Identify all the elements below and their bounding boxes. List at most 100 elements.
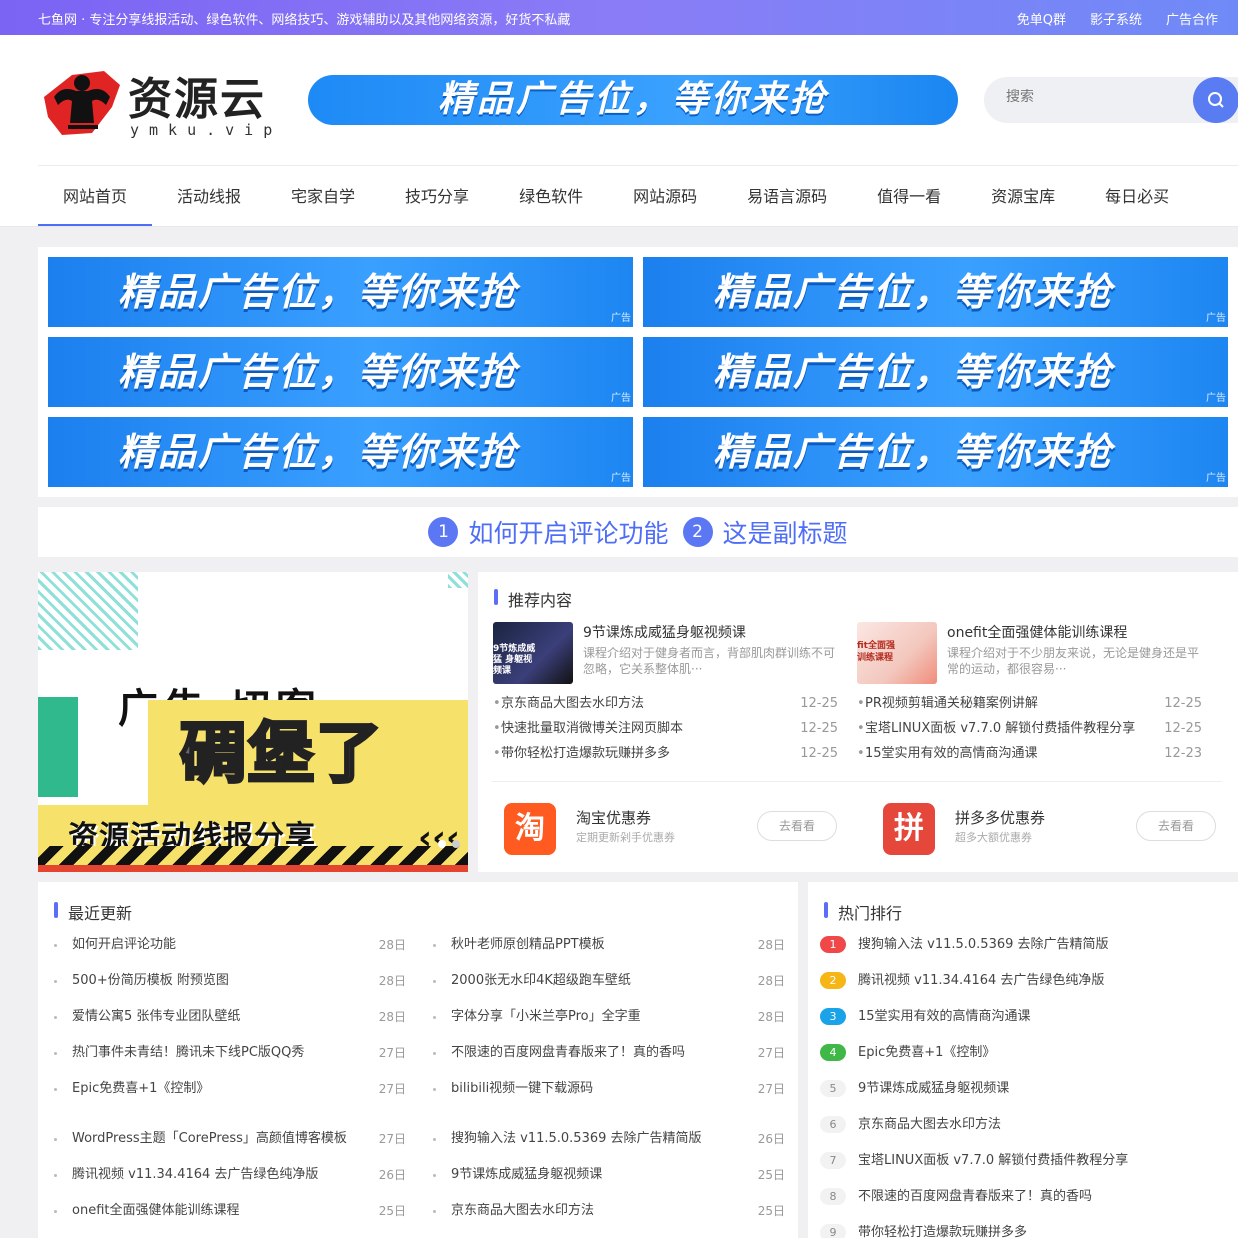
nav-green-software[interactable]: 绿色软件 bbox=[494, 166, 608, 226]
list-item[interactable]: 15堂实用有效的高情商沟通课 12-23 bbox=[857, 741, 1202, 766]
list-item[interactable]: 京东商品大图去水印方法 12-25 bbox=[493, 691, 838, 716]
site-logo[interactable]: 资源云 ymku.vip bbox=[42, 63, 277, 143]
rank-item-title: Epic免费喜+1《控制》 bbox=[858, 1045, 996, 1060]
list-item[interactable]: 不限速的百度网盘青春版来了！真的香吗 27日 bbox=[433, 1043, 785, 1079]
ad-banner[interactable]: 精品广告位，等你来抢 广告 bbox=[48, 337, 633, 407]
search-button[interactable] bbox=[1193, 77, 1238, 123]
list-item[interactable]: 搜狗输入法 v11.5.0.5369 去除广告精简版 26日 bbox=[433, 1129, 785, 1165]
nav-resource-vault[interactable]: 资源宝库 bbox=[966, 166, 1080, 226]
rank-item[interactable]: 4 Epic免费喜+1《控制》 bbox=[820, 1043, 1230, 1079]
top-link-free-qq-group[interactable]: 免单Q群 bbox=[1017, 9, 1066, 28]
rank-badge: 5 bbox=[820, 1080, 846, 1097]
rank-item[interactable]: 9 带你轻松打造爆款玩赚拼多多 bbox=[820, 1223, 1230, 1238]
list-item[interactable]: 宝塔LINUX面板 v7.7.0 解锁付费插件教程分享 12-25 bbox=[857, 716, 1202, 741]
list-item[interactable]: PR视频剪辑通关秘籍案例讲解 12-25 bbox=[857, 691, 1202, 716]
hot-list: 1 搜狗输入法 v11.5.0.5369 去除广告精简版 2 腾讯视频 v11.34.… bbox=[820, 935, 1230, 1238]
search-box bbox=[984, 77, 1238, 123]
coupon-pinduoduo[interactable]: 拼 拼多多优惠券 超多大额优惠券 去看看 bbox=[871, 795, 1216, 855]
go-see-button[interactable]: 去看看 bbox=[1136, 811, 1216, 841]
list-item[interactable]: WordPress主题「CorePress」高颜值博客模板 27日 bbox=[54, 1129, 406, 1165]
rank-item[interactable]: 2 腾讯视频 v11.34.4164 去广告绿色纯净版 bbox=[820, 971, 1230, 1007]
nav-self-study[interactable]: 宅家自学 bbox=[266, 166, 380, 226]
list-item[interactable]: Epic免费喜+1《控制》 27日 bbox=[54, 1079, 406, 1115]
slider-decoration bbox=[38, 572, 138, 650]
list-item[interactable]: 带你轻松打造爆款玩赚拼多多 12-25 bbox=[493, 741, 838, 766]
nav-site-source[interactable]: 网站源码 bbox=[608, 166, 722, 226]
list-gap bbox=[54, 1115, 406, 1129]
ad-banner[interactable]: 精品广告位，等你来抢 广告 bbox=[48, 257, 633, 327]
nav-tips[interactable]: 技巧分享 bbox=[380, 166, 494, 226]
ad-text: 精品广告位，等你来抢 bbox=[118, 430, 519, 474]
list-item-title: 秋叶老师原创精品PPT模板 bbox=[451, 937, 605, 952]
list-item-title: WordPress主题「CorePress」高颜值博客模板 bbox=[72, 1131, 347, 1146]
card-thumbnail-text: 9节炼成威猛 身躯视频课 bbox=[493, 644, 536, 676]
list-item-date: 26日 bbox=[757, 1132, 785, 1146]
list-item[interactable]: 2000张无水印4K超级跑车壁纸 28日 bbox=[433, 971, 785, 1007]
ad-banner[interactable]: 精品广告位，等你来抢 广告 bbox=[643, 417, 1228, 487]
ad-banner[interactable]: 精品广告位，等你来抢 广告 bbox=[48, 417, 633, 487]
list-item[interactable]: bilibili视频一键下载源码 27日 bbox=[433, 1079, 785, 1115]
list-item[interactable]: onefit全面强健体能训练课程 25日 bbox=[54, 1201, 406, 1237]
list-item[interactable]: 500+份简历模板 附预览图 28日 bbox=[54, 971, 406, 1007]
subtitle-item[interactable]: 1 如何开启评论功能 bbox=[428, 514, 669, 550]
list-item-date: 12-25 bbox=[1164, 721, 1202, 736]
rank-item-title: 腾讯视频 v11.34.4164 去广告绿色纯净版 bbox=[858, 973, 1105, 988]
rank-item[interactable]: 7 宝塔LINUX面板 v7.7.0 解锁付费插件教程分享 bbox=[820, 1151, 1230, 1187]
top-link-shadow-system[interactable]: 影子系统 bbox=[1090, 9, 1142, 28]
ad-tag: 广告 bbox=[1206, 313, 1226, 324]
nav-daily-buy[interactable]: 每日必买 bbox=[1080, 166, 1194, 226]
recommend-list-right: PR视频剪辑通关秘籍案例讲解 12-25 宝塔LINUX面板 v7.7.0 解锁付… bbox=[857, 691, 1202, 766]
subtitle-item[interactable]: 2 这是副标题 bbox=[682, 514, 848, 550]
rank-item[interactable]: 6 京东商品大图去水印方法 bbox=[820, 1115, 1230, 1151]
list-item[interactable]: 如何开启评论功能 28日 bbox=[54, 935, 406, 971]
pinduoduo-icon: 拼 bbox=[883, 803, 935, 855]
recommend-card[interactable]: 9节炼成威猛 身躯视频课 9节课炼成威猛身躯视频课 课程介绍对于健身者而言，背部… bbox=[493, 622, 838, 686]
logo-text: 资源云 bbox=[128, 74, 266, 125]
list-item-title: onefit全面强健体能训练课程 bbox=[72, 1203, 240, 1218]
ad-tag: 广告 bbox=[1206, 473, 1226, 484]
list-item[interactable]: 字体分享「小米兰亭Pro」全字重 28日 bbox=[433, 1007, 785, 1043]
list-item[interactable]: 爱情公寓5 张伟专业团队壁纸 28日 bbox=[54, 1007, 406, 1043]
rank-item[interactable]: 3 15堂实用有效的高情商沟通课 bbox=[820, 1007, 1230, 1043]
list-item-date: 27日 bbox=[757, 1082, 785, 1096]
site-slogan: 七鱼网 · 专注分享线报活动、绿色软件、网络技巧、游戏辅助以及其他网络资源，好货… bbox=[38, 13, 571, 28]
nav-deals[interactable]: 活动线报 bbox=[152, 166, 266, 226]
recommend-title: 推荐内容 bbox=[494, 587, 572, 611]
rank-item[interactable]: 1 搜狗输入法 v11.5.0.5369 去除广告精简版 bbox=[820, 935, 1230, 971]
top-link-ad-cooperation[interactable]: 广告合作 bbox=[1166, 9, 1218, 28]
rank-item[interactable]: 5 9节课炼成威猛身躯视频课 bbox=[820, 1079, 1230, 1115]
list-item[interactable]: 秋叶老师原创精品PPT模板 28日 bbox=[433, 935, 785, 971]
header-ad-banner[interactable]: 精品广告位，等你来抢 bbox=[308, 75, 958, 125]
hero-slider[interactable]: 广告 切客 碉堡了 资源活动线报分享 ‹‹‹ bbox=[38, 572, 468, 872]
list-item[interactable]: 快速批量取消微博关注网页脚本 12-25 bbox=[493, 716, 838, 741]
list-item[interactable]: 热门事件未青结！腾讯未下线PC版QQ秀 27日 bbox=[54, 1043, 406, 1079]
card-desc: 课程介绍对于不少朋友来说，无论是健身还是平常的运动，都很容易··· bbox=[947, 646, 1200, 676]
site-header: 资源云 ymku.vip 精品广告位，等你来抢 网站首页 活动线报 宅家自学 技… bbox=[0, 35, 1238, 227]
card-title: onefit全面强健体能训练课程 bbox=[947, 625, 1128, 641]
list-item-title: 如何开启评论功能 bbox=[72, 937, 177, 952]
ad-banner[interactable]: 精品广告位，等你来抢 广告 bbox=[643, 337, 1228, 407]
slider-dot[interactable] bbox=[452, 840, 460, 848]
rank-item-title: 搜狗输入法 v11.5.0.5369 去除广告精简版 bbox=[858, 937, 1109, 952]
slider-decoration bbox=[448, 572, 468, 588]
nav-e-language-source[interactable]: 易语言源码 bbox=[722, 166, 852, 226]
nav-worth-seeing[interactable]: 值得一看 bbox=[852, 166, 966, 226]
slider-dot[interactable] bbox=[438, 840, 446, 848]
top-links: 免单Q群 影子系统 广告合作 bbox=[1017, 9, 1218, 28]
search-icon bbox=[1208, 92, 1224, 108]
rank-item-title: 宝塔LINUX面板 v7.7.0 解锁付费插件教程分享 bbox=[858, 1153, 1129, 1168]
list-item-date: 25日 bbox=[757, 1204, 785, 1218]
go-see-button[interactable]: 去看看 bbox=[757, 811, 837, 841]
coupon-taobao[interactable]: 淘 淘宝优惠券 定期更新剁手优惠券 去看看 bbox=[492, 795, 837, 855]
hot-ranking-panel: 热门排行 1 搜狗输入法 v11.5.0.5369 去除广告精简版 2 腾讯视频 v1… bbox=[808, 882, 1238, 1238]
nav-home[interactable]: 网站首页 bbox=[38, 166, 153, 226]
list-item[interactable]: 9节课炼成威猛身躯视频课 25日 bbox=[433, 1165, 785, 1201]
list-item[interactable]: 京东商品大图去水印方法 25日 bbox=[433, 1201, 785, 1237]
search-input[interactable] bbox=[1006, 89, 1166, 105]
ad-banner[interactable]: 精品广告位，等你来抢 广告 bbox=[643, 257, 1228, 327]
rank-item[interactable]: 8 不限速的百度网盘青春版来了！真的香吗 bbox=[820, 1187, 1230, 1223]
list-item[interactable]: 腾讯视频 v11.34.4164 去广告绿色纯净版 26日 bbox=[54, 1165, 406, 1201]
ad-text: 精品广告位，等你来抢 bbox=[118, 270, 519, 314]
list-item-title: 热门事件未青结！腾讯未下线PC版QQ秀 bbox=[72, 1045, 305, 1060]
recommend-card[interactable]: fit全面强 训练课程 onefit全面强健体能训练课程 课程介绍对于不少朋友来… bbox=[857, 622, 1202, 686]
